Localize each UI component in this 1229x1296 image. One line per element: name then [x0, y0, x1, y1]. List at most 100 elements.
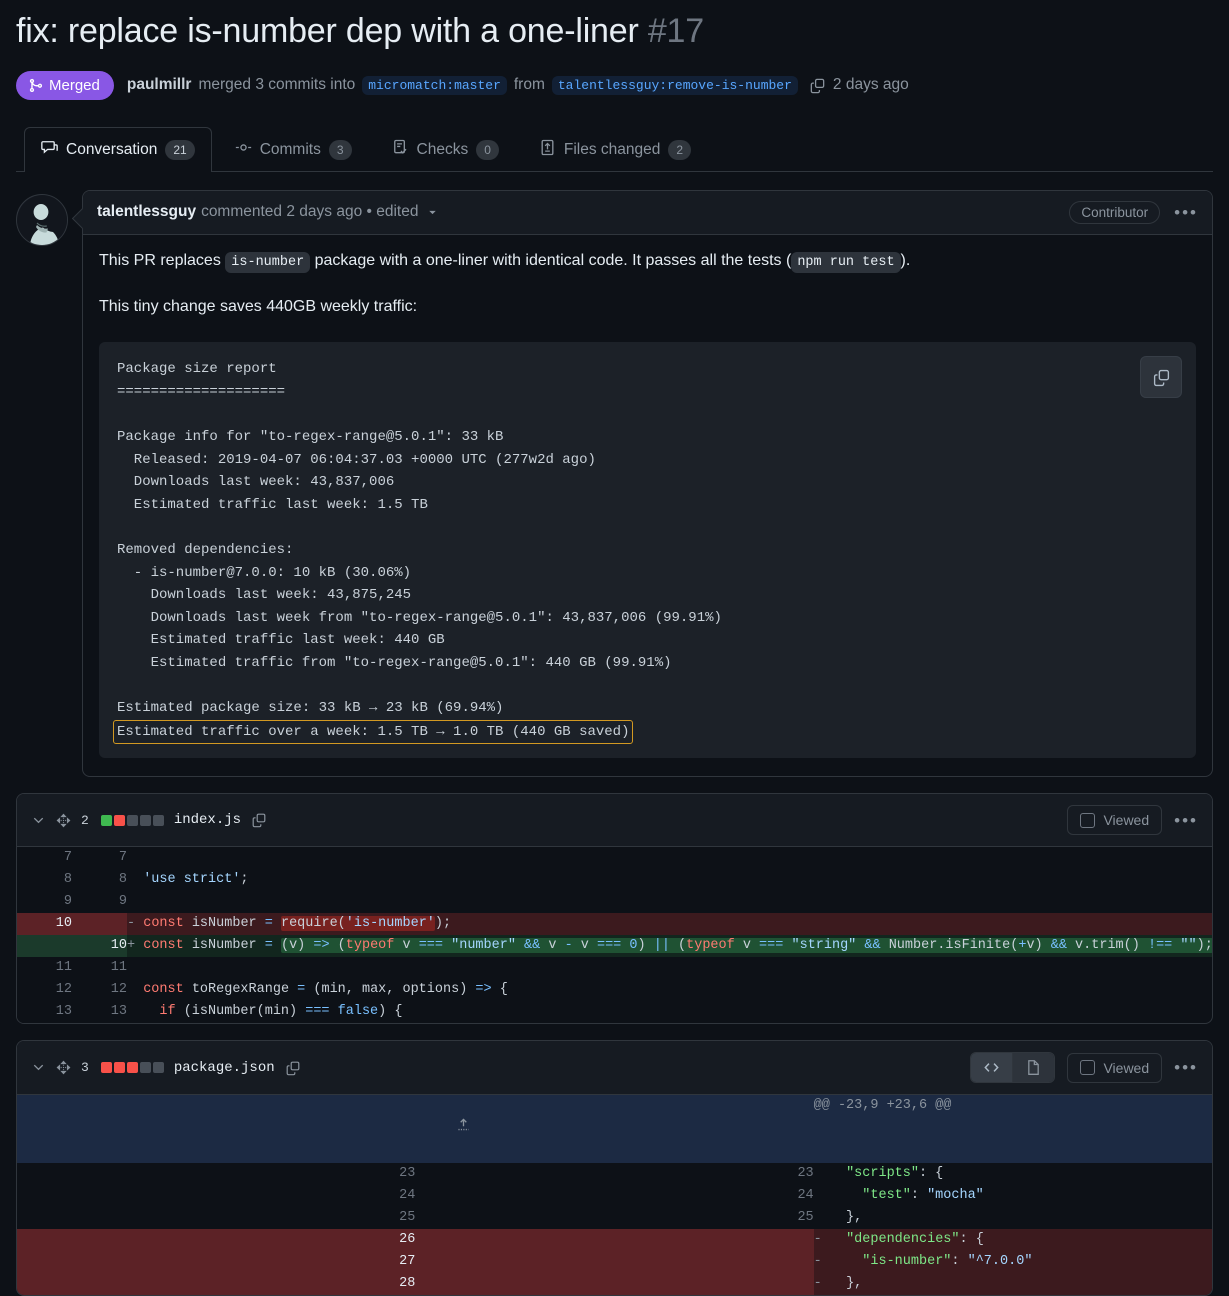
copy-icon[interactable] — [251, 812, 267, 828]
diff-row: 11 11 — [17, 957, 1212, 980]
diff-code[interactable] — [127, 847, 1212, 869]
tab-files-changed[interactable]: Files changed 2 — [522, 127, 708, 172]
comment-header: talentlessguy commented 2 days ago • edi… — [83, 190, 1212, 235]
tab-label: Files changed — [563, 140, 661, 158]
diff-row: 12 12 const toRegexRange = (min, max, op… — [17, 979, 1212, 1002]
file-header-actions: Viewed ••• — [970, 1052, 1198, 1084]
copy-icon[interactable] — [809, 77, 826, 94]
old-line-number[interactable]: 24 — [17, 1185, 416, 1208]
old-line-number[interactable]: 23 — [17, 1163, 416, 1186]
tab-checks[interactable]: Checks 0 — [375, 127, 516, 172]
viewed-checkbox[interactable]: Viewed — [1067, 1052, 1163, 1083]
old-line-number[interactable]: 8 — [17, 869, 72, 892]
file-change-count: 2 — [81, 812, 89, 828]
old-line-number[interactable]: 9 — [17, 891, 72, 914]
new-line-number[interactable]: 10 — [72, 935, 127, 958]
new-line-number[interactable]: 24 — [415, 1185, 814, 1208]
diff-row: 25 25 }, — [17, 1207, 1212, 1230]
tab-label: Commits — [259, 140, 321, 158]
new-line-number[interactable]: 8 — [72, 869, 127, 892]
file-name[interactable]: package.json — [174, 1060, 275, 1076]
diffstat-block — [139, 1062, 151, 1074]
unfold-icon[interactable] — [56, 813, 71, 828]
file-diff-package-json: 3 package.json Viewed ••• @@ -23,9 +23,6… — [16, 1040, 1213, 1296]
new-line-number[interactable]: 13 — [72, 1001, 127, 1024]
new-line-number[interactable] — [415, 1273, 814, 1296]
file-menu-button[interactable]: ••• — [1174, 812, 1198, 829]
new-line-number[interactable]: 11 — [72, 957, 127, 980]
copy-icon[interactable] — [1140, 356, 1182, 399]
diff-code[interactable]: "test": "mocha" — [814, 1185, 1212, 1207]
chevron-down-icon[interactable] — [31, 1060, 46, 1075]
diff-code[interactable]: if (isNumber(min) === false) { — [127, 1001, 1212, 1023]
diff-code[interactable]: - "is-number": "^7.0.0" — [813, 1251, 1212, 1274]
old-line-number[interactable]: 27 — [17, 1251, 416, 1274]
new-line-number[interactable] — [415, 1229, 814, 1252]
diff-row: 8 8 'use strict'; — [17, 869, 1212, 892]
base-branch[interactable]: micromatch:master — [362, 75, 507, 95]
diff-code[interactable] — [127, 891, 1212, 913]
new-line-number[interactable]: 7 — [72, 847, 127, 870]
new-line-number[interactable]: 12 — [72, 979, 127, 1002]
file-menu-button[interactable]: ••• — [1174, 1059, 1198, 1076]
p1-part-c: ). — [900, 251, 911, 269]
diff-code[interactable]: + const isNumber = (v) => (typeof v === … — [127, 935, 1212, 958]
copy-icon[interactable] — [285, 1060, 301, 1076]
diffstat-block — [152, 1062, 164, 1074]
new-line-number[interactable]: 25 — [415, 1207, 814, 1230]
comment-menu-button[interactable]: ••• — [1174, 204, 1198, 221]
tab-commits[interactable]: Commits 3 — [218, 127, 369, 172]
new-line-number[interactable] — [415, 1251, 814, 1274]
old-line-number[interactable] — [17, 935, 72, 958]
viewed-label: Viewed — [1103, 1059, 1150, 1076]
comment-author[interactable]: talentlessguy — [97, 203, 196, 221]
page-title: fix: replace is-number dep with a one-li… — [16, 10, 1213, 53]
old-line-number[interactable]: 11 — [17, 957, 72, 980]
new-line-number[interactable]: 9 — [72, 891, 127, 914]
avatar[interactable] — [16, 193, 68, 246]
comment-paragraph-2: This tiny change saves 440GB weekly traf… — [99, 298, 418, 316]
merge-icon — [28, 78, 43, 93]
old-line-number[interactable]: 26 — [17, 1229, 416, 1252]
diff-table: @@ -23,9 +23,6 @@ 23 23 "scripts": { 24 … — [17, 1095, 1212, 1296]
pr-subheader: Merged paulmillr merged 3 commits into m… — [16, 70, 1213, 100]
diff-code[interactable] — [127, 957, 1212, 979]
hunk-header-text: @@ -23,9 +23,6 @@ — [813, 1095, 1212, 1164]
new-line-number[interactable]: 23 — [415, 1163, 814, 1186]
diff-code[interactable]: - const isNumber = require('is-number'); — [127, 913, 1212, 936]
inline-code-is-number: is-number — [225, 251, 311, 273]
diff-code[interactable]: }, — [814, 1207, 1212, 1229]
diffstat-block — [139, 814, 151, 826]
tab-conversation[interactable]: Conversation 21 — [24, 126, 212, 172]
new-line-number[interactable] — [72, 913, 127, 936]
file-name[interactable]: index.js — [174, 812, 241, 828]
unfold-icon[interactable] — [56, 1060, 71, 1075]
code-icon[interactable] — [971, 1053, 1013, 1083]
viewed-checkbox[interactable]: Viewed — [1067, 805, 1163, 836]
diff-row: 23 23 "scripts": { — [17, 1163, 1212, 1186]
expand-up-icon[interactable] — [17, 1095, 814, 1164]
diff-row-removed: 27 - "is-number": "^7.0.0" — [17, 1251, 1212, 1274]
head-branch[interactable]: talentlessguy:remove-is-number — [551, 75, 798, 95]
old-line-number[interactable]: 10 — [17, 913, 72, 936]
diff-code[interactable]: - "dependencies": { — [813, 1229, 1212, 1252]
old-line-number[interactable]: 25 — [17, 1207, 416, 1230]
diff-code[interactable]: 'use strict'; — [127, 869, 1212, 891]
old-line-number[interactable]: 28 — [17, 1273, 416, 1296]
checkbox-icon — [1080, 1060, 1096, 1076]
diff-code[interactable]: const toRegexRange = (min, max, options)… — [127, 979, 1212, 1001]
chevron-down-icon[interactable] — [31, 813, 46, 828]
comment-paragraph-1: This PR replaces is-number package with … — [99, 249, 1196, 274]
old-line-number[interactable]: 7 — [17, 847, 72, 870]
chevron-down-icon[interactable] — [426, 206, 439, 219]
comment-thread: talentlessguy commented 2 days ago • edi… — [16, 189, 1213, 778]
old-line-number[interactable]: 13 — [17, 1001, 72, 1024]
file-icon[interactable] — [1012, 1053, 1055, 1083]
from-text: from — [513, 76, 545, 93]
merger-username[interactable]: paulmillr — [127, 76, 192, 94]
diff-code[interactable]: - }, — [813, 1273, 1212, 1296]
diff-row-removed: 28 - }, — [17, 1273, 1212, 1296]
diff-code[interactable]: "scripts": { — [814, 1163, 1212, 1185]
old-line-number[interactable]: 12 — [17, 979, 72, 1002]
tab-label: Conversation — [66, 140, 158, 158]
